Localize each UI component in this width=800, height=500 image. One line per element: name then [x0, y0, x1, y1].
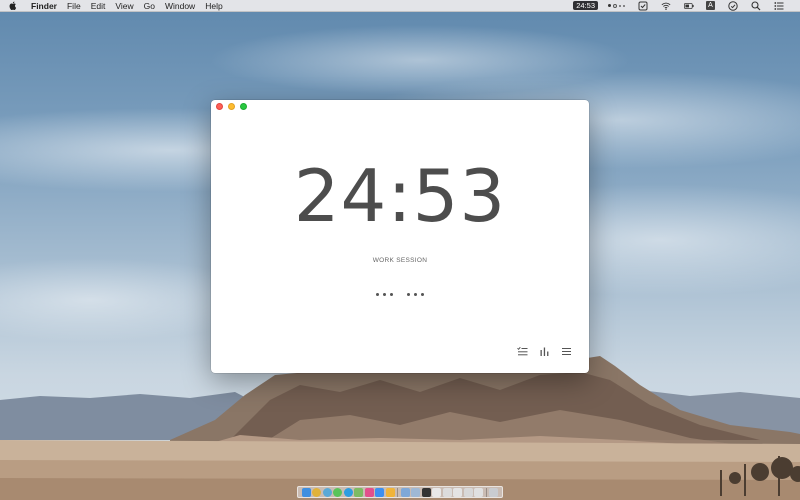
dock-safari-icon[interactable]	[322, 487, 332, 497]
input-source-icon[interactable]: A	[706, 1, 715, 10]
dock-window-1-icon[interactable]	[432, 487, 442, 497]
menu-window[interactable]: Window	[160, 0, 200, 12]
dock-terminal-icon[interactable]	[421, 487, 431, 497]
close-button[interactable]	[216, 103, 223, 110]
dock-maps-icon[interactable]	[354, 487, 364, 497]
session-dot	[407, 293, 410, 296]
menu-help[interactable]: Help	[200, 0, 227, 12]
window-controls	[216, 103, 247, 110]
dock-separator	[485, 487, 487, 497]
session-label: WORK SESSION	[372, 257, 428, 264]
dock-messages-icon[interactable]	[333, 487, 343, 497]
timer-menubar-badge[interactable]: 24:53	[573, 1, 598, 10]
spotlight-search-icon[interactable]	[750, 0, 761, 11]
menu-app-name[interactable]: Finder	[26, 0, 62, 12]
menu-icon[interactable]	[561, 346, 572, 357]
session-dot	[390, 293, 393, 296]
window-toolbar	[517, 346, 572, 357]
session-dot	[414, 293, 417, 296]
dock-finder-icon[interactable]	[301, 487, 311, 497]
timer-window: 24:53 WORK SESSION	[211, 100, 589, 373]
session-progress-dots	[211, 293, 589, 296]
dock-window-2-icon[interactable]	[442, 487, 452, 497]
dock	[297, 486, 503, 498]
menu-bar: Finder File Edit View Go Window Help 24:…	[0, 0, 800, 12]
dock-folder-2-icon[interactable]	[411, 487, 421, 497]
dock-app-store-icon[interactable]	[375, 487, 385, 497]
dock-window-4-icon[interactable]	[463, 487, 473, 497]
dock-chrome-icon[interactable]	[312, 487, 322, 497]
battery-icon[interactable]	[683, 0, 694, 11]
dock-window-3-icon[interactable]	[453, 487, 463, 497]
tasks-list-icon[interactable]	[517, 346, 528, 357]
timer-display: 24:53	[293, 154, 507, 238]
apple-logo-icon[interactable]	[0, 0, 26, 12]
minimize-button[interactable]	[228, 103, 235, 110]
dock-skype-icon[interactable]	[343, 487, 353, 497]
dock-separator	[397, 487, 399, 497]
maximize-button[interactable]	[240, 103, 247, 110]
dock-folder-1-icon[interactable]	[400, 487, 410, 497]
dock-window-5-icon[interactable]	[474, 487, 484, 497]
menu-go[interactable]: Go	[139, 0, 160, 12]
menu-edit[interactable]: Edit	[86, 0, 111, 12]
checkbox-icon[interactable]	[637, 0, 648, 11]
wifi-icon[interactable]	[660, 0, 671, 11]
stats-chart-icon[interactable]	[539, 346, 550, 357]
clock-icon[interactable]	[727, 0, 738, 11]
notification-center-icon[interactable]	[773, 0, 784, 11]
session-dot	[421, 293, 424, 296]
dock-trash-icon[interactable]	[489, 487, 499, 497]
session-dot	[376, 293, 379, 296]
dock-trophy-icon[interactable]	[385, 487, 395, 497]
menu-view[interactable]: View	[110, 0, 138, 12]
dots-status-icon[interactable]	[608, 3, 625, 8]
dock-itunes-icon[interactable]	[364, 487, 374, 497]
menu-file[interactable]: File	[62, 0, 86, 12]
session-dot	[383, 293, 386, 296]
